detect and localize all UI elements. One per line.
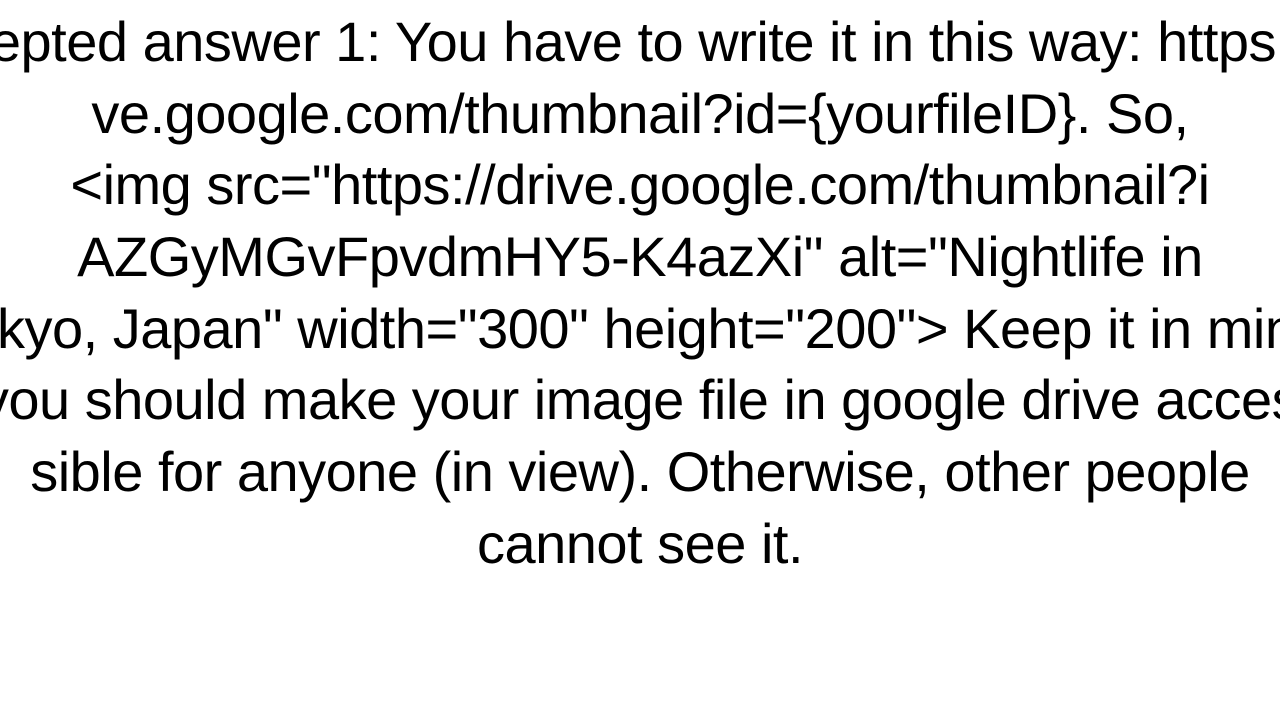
text-line-5: Tokyo, Japan" width="300" height="200"> … [0, 293, 1280, 365]
text-line-1: Accepted answer 1: You have to write it … [0, 6, 1280, 78]
text-line-3: <img src="https://drive.google.com/thumb… [0, 149, 1280, 221]
answer-text-block: Accepted answer 1: You have to write it … [0, 6, 1280, 579]
text-line-2: ve.google.com/thumbnail?id={yourfileID}.… [0, 78, 1280, 150]
text-line-4: AZGyMGvFpvdmHY5-K4azXi" alt="Nightlife i… [0, 221, 1280, 293]
text-line-6: you should make your image file in googl… [0, 364, 1280, 436]
text-line-8: cannot see it. [0, 508, 1280, 580]
text-line-7: sible for anyone (in view). Otherwise, o… [0, 436, 1280, 508]
